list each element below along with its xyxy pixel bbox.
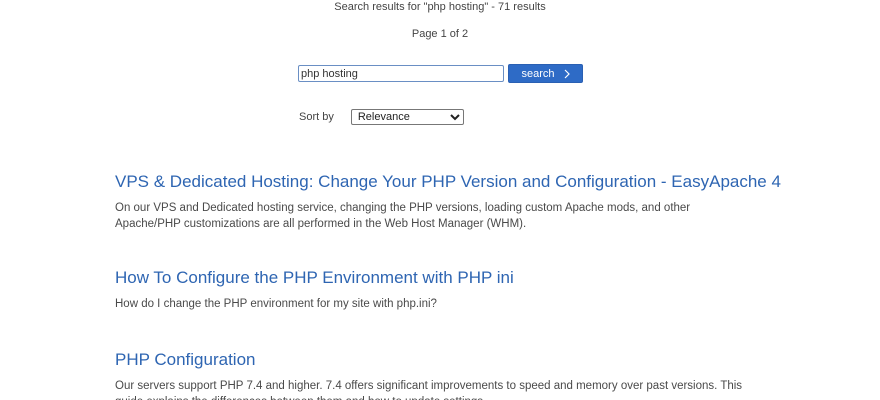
sort-control: Sort by Relevance bbox=[299, 109, 464, 125]
result-title-link[interactable]: VPS & Dedicated Hosting: Change Your PHP… bbox=[115, 171, 781, 193]
search-button-label: search bbox=[521, 67, 555, 80]
result-snippet: How do I change the PHP environment for … bbox=[115, 298, 437, 310]
results-summary: Search results for "php hosting" - 71 re… bbox=[334, 1, 546, 13]
sort-select[interactable]: Relevance bbox=[350, 109, 464, 125]
result-snippet: On our VPS and Dedicated hosting service… bbox=[115, 202, 691, 230]
result-item: VPS & Dedicated Hosting: Change Your PHP… bbox=[115, 171, 781, 232]
result-title-link[interactable]: How To Configure the PHP Environment wit… bbox=[115, 267, 755, 289]
sort-label: Sort by bbox=[299, 111, 334, 123]
result-item: PHP Configuration Our servers support PH… bbox=[115, 349, 755, 400]
result-snippet: Our servers support PHP 7.4 and higher. … bbox=[115, 380, 743, 400]
chevron-right-icon bbox=[564, 69, 570, 79]
search-results-page: Search results for "php hosting" - 71 re… bbox=[0, 0, 880, 400]
page-indicator: Page 1 of 2 bbox=[411, 28, 469, 40]
search-bar: search bbox=[298, 64, 583, 83]
result-title-link[interactable]: PHP Configuration bbox=[115, 349, 755, 371]
search-input[interactable] bbox=[298, 65, 504, 82]
result-item: How To Configure the PHP Environment wit… bbox=[115, 267, 755, 312]
search-button[interactable]: search bbox=[508, 64, 583, 83]
